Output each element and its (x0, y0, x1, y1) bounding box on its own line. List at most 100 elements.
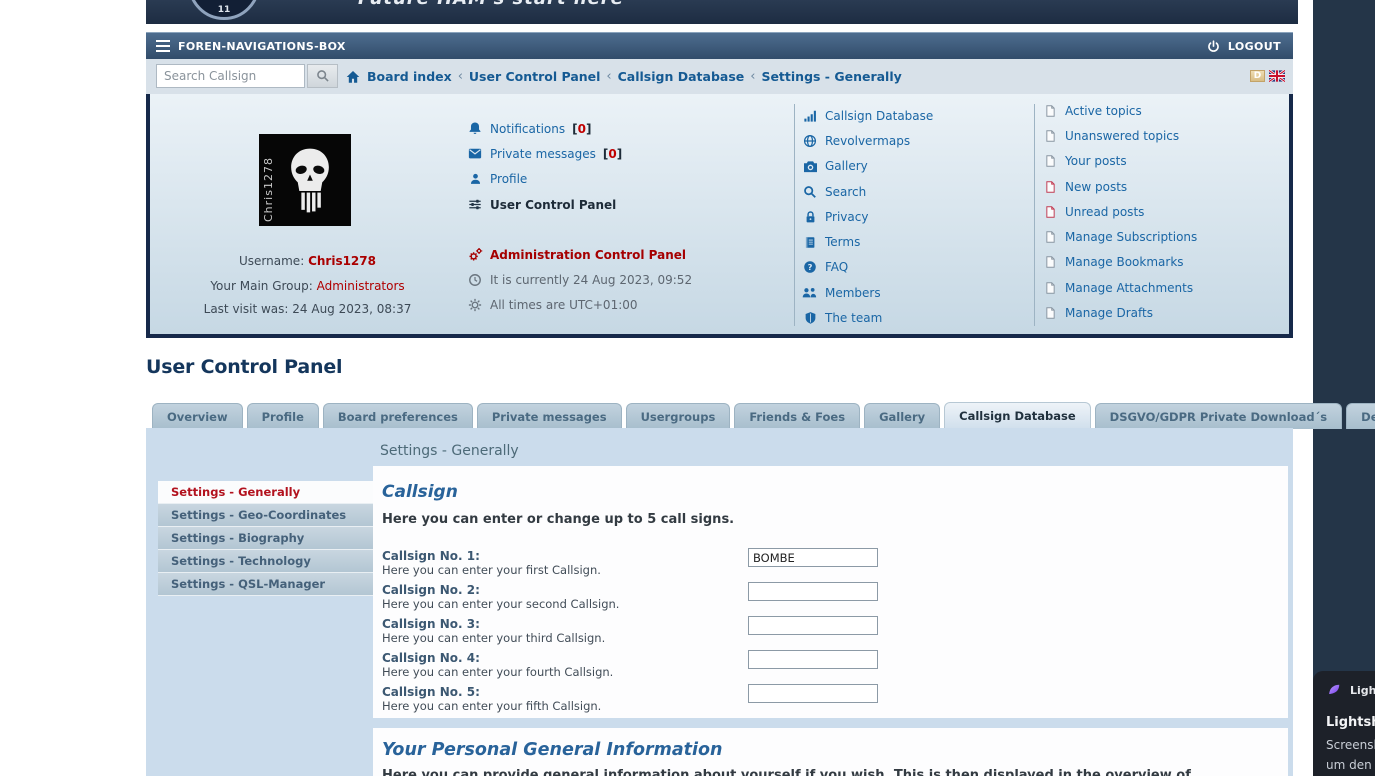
timezone-text: All times are UTC+01:00 (490, 298, 638, 312)
search-link[interactable]: Search (825, 185, 866, 199)
members-link[interactable]: Members (825, 286, 881, 300)
uk-flag-icon[interactable] (1269, 70, 1285, 82)
last-visit-line: Last visit was: 24 Aug 2023, 08:37 (150, 302, 465, 316)
main-group-line: Your Main Group: Administrators (150, 279, 465, 293)
unread-posts-link[interactable]: Unread posts (1065, 205, 1144, 219)
column-divider (794, 104, 795, 326)
revolvermaps-link[interactable]: Revolvermaps (825, 134, 910, 148)
right-side-strip (1313, 0, 1375, 776)
administration-control-panel-link[interactable]: Administration Control Panel (490, 248, 686, 262)
lightshot-notification[interactable]: Lightshot Lightshot Screenshot um den (1313, 671, 1375, 776)
profile-link[interactable]: Profile (490, 172, 527, 186)
search-button[interactable] (307, 64, 338, 88)
callsign5-input[interactable] (748, 684, 878, 703)
avatar: Chris1278 (259, 134, 351, 226)
user-icon (467, 171, 483, 187)
file-icon (1042, 280, 1058, 296)
group-label: Your Main Group: (210, 279, 312, 293)
site-logo: 11 (188, 0, 260, 20)
panel-header: Settings - Generally (380, 443, 519, 459)
breadcrumb-separator: ‹ (750, 69, 755, 84)
username-link[interactable]: Chris1278 (308, 254, 376, 268)
terms-link[interactable]: Terms (825, 235, 860, 249)
envelope-icon (467, 146, 483, 162)
breadcrumb-board-index[interactable]: Board index (367, 69, 452, 84)
the-team-link[interactable]: The team (825, 311, 882, 325)
menu-settings-technology[interactable]: Settings - Technology (158, 550, 373, 573)
logout-button[interactable]: LOGOUT (1206, 38, 1281, 54)
callsign-database-link[interactable]: Callsign Database (825, 109, 933, 123)
callsign1-input[interactable] (748, 548, 878, 567)
callsign-form-panel: Callsign Here you can enter or change up… (373, 466, 1288, 718)
svg-text:?: ? (808, 262, 813, 272)
section-title: Callsign (382, 482, 458, 502)
tab-usergroups[interactable]: Usergroups (626, 403, 731, 429)
user-control-panel-link[interactable]: User Control Panel (490, 198, 616, 212)
manage-bookmarks-link[interactable]: Manage Bookmarks (1065, 255, 1184, 269)
callsign4-desc: Here you can enter your fourth Callsign. (382, 665, 613, 679)
callsign4-input[interactable] (748, 650, 878, 669)
faq-link[interactable]: FAQ (825, 260, 848, 274)
members-icon (802, 285, 818, 301)
toast-title: Lightshot (1326, 715, 1375, 730)
gallery-link[interactable]: Gallery (825, 159, 868, 173)
new-posts-link[interactable]: New posts (1065, 180, 1127, 194)
group-link[interactable]: Administrators (317, 279, 405, 293)
privacy-link[interactable]: Privacy (825, 210, 868, 224)
callsign2-input[interactable] (748, 582, 878, 601)
home-icon (345, 69, 361, 85)
breadcrumb-user-control-panel[interactable]: User Control Panel (469, 69, 601, 84)
menu-settings-geo-coordinates[interactable]: Settings - Geo-Coordinates (158, 504, 373, 527)
callsign1-desc: Here you can enter your first Callsign. (382, 563, 601, 577)
gears-icon (467, 247, 483, 263)
tab-board-preferences[interactable]: Board preferences (323, 403, 473, 429)
avatar-name-text: Chris1278 (262, 138, 275, 222)
tab-private-messages[interactable]: Private messages (477, 403, 622, 429)
german-flag-icon[interactable]: D (1250, 70, 1265, 82)
settings-menu: Settings - Generally Settings - Geo-Coor… (158, 481, 373, 596)
manage-attachments-link[interactable]: Manage Attachments (1065, 281, 1193, 295)
notifications-link[interactable]: Notifications (490, 122, 565, 136)
page-title: User Control Panel (146, 356, 342, 378)
tab-callsign-database[interactable]: Callsign Database (944, 402, 1091, 429)
callsign3-desc: Here you can enter your third Callsign. (382, 631, 605, 645)
file-new-icon (1042, 204, 1058, 220)
clock-icon (467, 272, 483, 288)
current-time-text: It is currently 24 Aug 2023, 09:52 (490, 273, 692, 287)
username-label: Username: (239, 254, 304, 268)
personal-info-title: Your Personal General Information (382, 740, 723, 760)
book-icon (802, 234, 818, 250)
unanswered-topics-link[interactable]: Unanswered topics (1065, 129, 1179, 143)
callsign3-input[interactable] (748, 616, 878, 635)
search-input[interactable] (156, 64, 305, 88)
active-topics-link[interactable]: Active topics (1065, 104, 1142, 118)
menu-settings-biography[interactable]: Settings - Biography (158, 527, 373, 550)
your-posts-link[interactable]: Your posts (1065, 154, 1127, 168)
menu-settings-qsl-manager[interactable]: Settings - QSL-Manager (158, 573, 373, 596)
user-links-column: Notifications 0 Private messages 0 Profi… (467, 116, 787, 318)
tab-overview[interactable]: Overview (152, 403, 243, 429)
question-circle-icon: ? (802, 259, 818, 275)
tab-delete-my-account[interactable]: Delete My Account (1346, 403, 1375, 429)
feather-icon (1326, 683, 1342, 697)
banner-slogan: Future HAM's start here (358, 0, 624, 9)
file-new-icon (1042, 179, 1058, 195)
breadcrumb-settings-generally[interactable]: Settings - Generally (761, 69, 901, 84)
manage-subscriptions-link[interactable]: Manage Subscriptions (1065, 230, 1197, 244)
tab-profile[interactable]: Profile (247, 403, 319, 429)
tab-friends-foes[interactable]: Friends & Foes (734, 403, 860, 429)
breadcrumb-separator: ‹ (458, 69, 463, 84)
manage-drafts-link[interactable]: Manage Drafts (1065, 306, 1153, 320)
shield-icon (802, 310, 818, 326)
menu-settings-generally[interactable]: Settings - Generally (158, 481, 373, 504)
private-messages-count: 0 (603, 147, 622, 161)
forum-navigation-menu[interactable]: FOREN-NAVIGATIONS-BOX (155, 38, 346, 54)
hamburger-icon (155, 38, 171, 54)
topic-links-column: Active topics Unanswered topics Your pos… (1042, 98, 1197, 326)
file-icon (1042, 128, 1058, 144)
tab-dsgvo-gdpr[interactable]: DSGVO/GDPR Private Download´s (1095, 403, 1343, 429)
private-messages-link[interactable]: Private messages (490, 147, 596, 161)
callsign3-label: Callsign No. 3: (382, 617, 480, 631)
breadcrumb-callsign-database[interactable]: Callsign Database (618, 69, 745, 84)
tab-gallery[interactable]: Gallery (864, 403, 940, 429)
